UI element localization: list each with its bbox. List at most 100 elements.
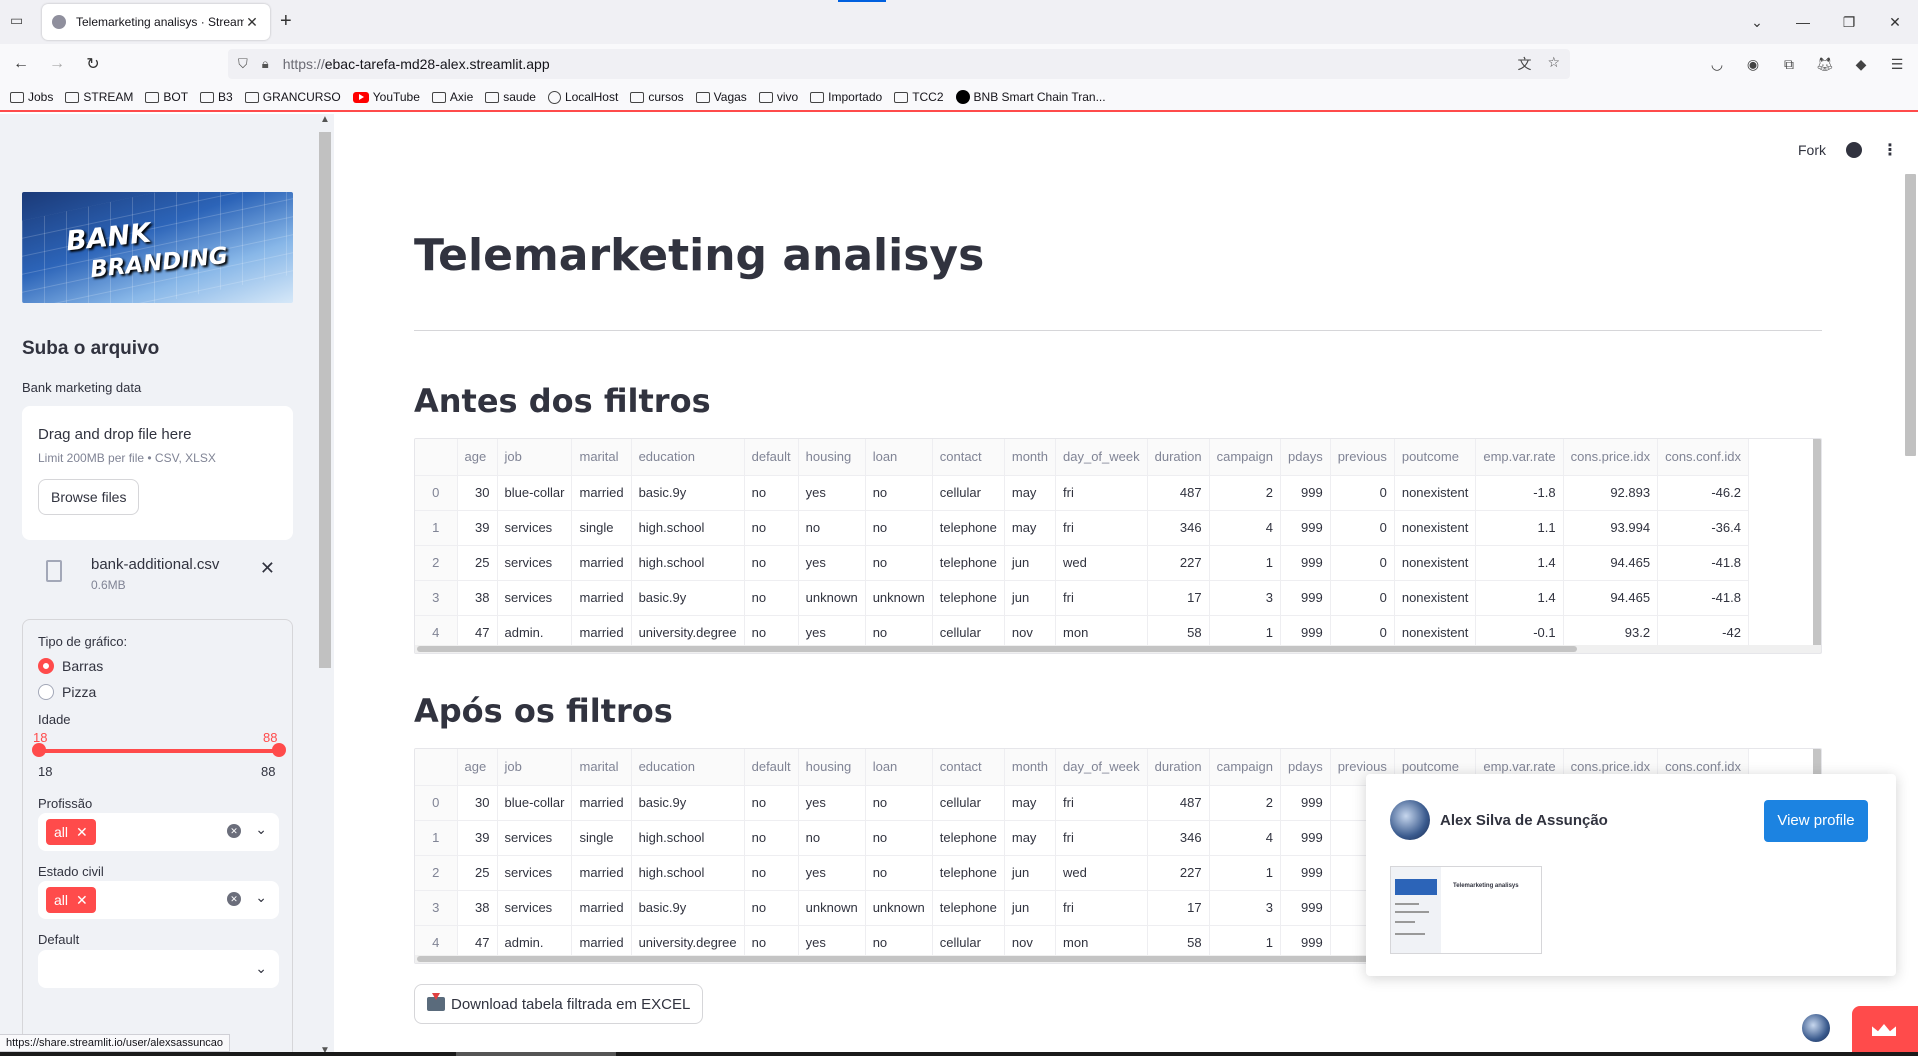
table-cell[interactable]: 999 <box>1280 510 1331 546</box>
table-cell[interactable]: 999 <box>1280 545 1331 581</box>
table-cell[interactable]: 999 <box>1280 475 1331 511</box>
bookmark-item[interactable]: Jobs <box>10 90 53 104</box>
table-cell[interactable]: 94.465 <box>1563 580 1659 616</box>
column-header[interactable]: education <box>631 749 745 786</box>
table-cell[interactable]: fri <box>1055 580 1148 616</box>
table-cell[interactable]: -46.2 <box>1657 475 1749 511</box>
table-cell[interactable]: no <box>865 785 933 821</box>
table-cell[interactable]: 39 <box>457 510 498 546</box>
back-icon[interactable]: ← <box>6 55 36 73</box>
clear-icon[interactable]: ✕ <box>227 824 241 838</box>
row-index[interactable]: 1 <box>415 820 458 856</box>
table-cell[interactable]: single <box>571 820 632 856</box>
table-cell[interactable]: yes <box>798 785 866 821</box>
table-cell[interactable]: blue-collar <box>497 475 573 511</box>
table-cell[interactable]: 0 <box>1330 545 1395 581</box>
column-header[interactable]: age <box>457 749 498 786</box>
sidebar-scrollbar[interactable]: ▲ ▼ <box>316 114 334 1056</box>
extensions-icon[interactable]: ⧉ <box>1778 56 1800 73</box>
bookmark-star-icon[interactable]: ☆ <box>1547 54 1560 74</box>
table-cell[interactable]: services <box>497 545 573 581</box>
avatar[interactable] <box>1390 800 1430 840</box>
sidebar-scroll-thumb[interactable] <box>319 132 331 668</box>
table-cell[interactable]: married <box>571 890 632 926</box>
bookmark-item[interactable]: STREAM <box>65 90 133 104</box>
column-header[interactable]: housing <box>798 749 866 786</box>
table-cell[interactable]: no <box>865 820 933 856</box>
close-window-icon[interactable]: ✕ <box>1872 14 1918 31</box>
bookmark-item[interactable]: YouTube <box>352 90 420 104</box>
table-cell[interactable]: basic.9y <box>631 475 745 511</box>
table-cell[interactable]: married <box>571 545 632 581</box>
column-header[interactable]: default <box>744 439 799 476</box>
table-cell[interactable]: yes <box>798 545 866 581</box>
table-cell[interactable]: 999 <box>1280 890 1331 926</box>
table-cell[interactable]: telephone <box>932 855 1005 891</box>
bookmark-item[interactable]: Axie <box>431 90 473 104</box>
row-index[interactable]: 3 <box>415 580 458 616</box>
lock-icon[interactable]: 🔒︎ <box>262 56 269 72</box>
column-header[interactable]: duration <box>1147 439 1210 476</box>
table-cell[interactable]: no <box>744 580 799 616</box>
table-cell[interactable]: no <box>744 475 799 511</box>
table-cell[interactable]: fri <box>1055 890 1148 926</box>
column-header[interactable]: campaign <box>1209 749 1282 786</box>
bookmark-item[interactable]: vivo <box>758 90 798 104</box>
column-header[interactable]: loan <box>865 439 933 476</box>
table-cell[interactable]: fri <box>1055 510 1148 546</box>
column-header[interactable]: marital <box>571 439 632 476</box>
app-thumbnail[interactable]: Telemarketing analisys <box>1390 866 1542 954</box>
table-cell[interactable]: 1.4 <box>1475 545 1564 581</box>
table-cell[interactable]: no <box>865 855 933 891</box>
row-index[interactable]: 1 <box>415 510 458 546</box>
table-cell[interactable]: 999 <box>1280 580 1331 616</box>
table-cell[interactable]: 999 <box>1280 785 1331 821</box>
table-cell[interactable]: 999 <box>1280 855 1331 891</box>
table-cell[interactable]: -1.8 <box>1475 475 1564 511</box>
profession-chip[interactable]: all ✕ <box>46 819 96 845</box>
chevron-down-icon[interactable]: ⌄ <box>255 889 267 906</box>
table-cell[interactable]: no <box>744 855 799 891</box>
table-cell[interactable]: unknown <box>798 580 866 616</box>
column-header[interactable]: contact <box>932 749 1005 786</box>
table-cell[interactable]: high.school <box>631 545 745 581</box>
table-cell[interactable]: married <box>571 855 632 891</box>
table-cell[interactable]: telephone <box>932 545 1005 581</box>
table-cell[interactable]: services <box>497 580 573 616</box>
table-cell[interactable]: fri <box>1055 475 1148 511</box>
main-scrollbar[interactable] <box>1902 174 1918 1056</box>
list-all-tabs-icon[interactable]: ⌄ <box>1734 14 1780 31</box>
table-cell[interactable]: high.school <box>631 855 745 891</box>
extension-badge-icon[interactable]: ◆ <box>1850 56 1872 73</box>
table-cell[interactable]: 4 <box>1209 510 1282 546</box>
tab-list-icon[interactable]: ▭ <box>10 12 30 32</box>
column-header[interactable]: month <box>1004 439 1057 476</box>
table-cell[interactable]: basic.9y <box>631 890 745 926</box>
minimize-icon[interactable]: — <box>1780 14 1826 30</box>
table-cell[interactable]: nonexistent <box>1394 475 1477 511</box>
column-header[interactable]: cons.conf.idx <box>1657 439 1749 476</box>
table-cell[interactable]: yes <box>798 855 866 891</box>
bookmark-item[interactable]: B3 <box>200 90 233 104</box>
bookmark-item[interactable]: TCC2 <box>894 90 944 104</box>
table-cell[interactable]: 346 <box>1147 820 1210 856</box>
chevron-down-icon[interactable]: ⌄ <box>255 960 267 977</box>
table-cell[interactable]: 1.1 <box>1475 510 1564 546</box>
table-cell[interactable]: 30 <box>457 785 498 821</box>
bookmark-item[interactable]: BNB Smart Chain Tran... <box>955 90 1106 104</box>
table-cell[interactable]: 92.893 <box>1563 475 1659 511</box>
more-options-icon[interactable]: ⋮ <box>1882 140 1898 160</box>
table-cell[interactable]: basic.9y <box>631 785 745 821</box>
bookmark-item[interactable]: LocalHost <box>547 90 618 104</box>
table-cell[interactable]: 3 <box>1209 890 1282 926</box>
metamask-icon[interactable]: 🦊︎ <box>1814 56 1836 73</box>
table-cell[interactable]: married <box>571 580 632 616</box>
table-cell[interactable]: fri <box>1055 785 1148 821</box>
shield-icon[interactable]: ⛉ <box>238 56 248 72</box>
table-cell[interactable]: may <box>1004 785 1057 821</box>
table-cell[interactable]: may <box>1004 820 1057 856</box>
table-cell[interactable]: married <box>571 785 632 821</box>
table-cell[interactable]: 0 <box>1330 475 1395 511</box>
account-icon[interactable]: ◉ <box>1742 56 1764 73</box>
table-cell[interactable]: -36.4 <box>1657 510 1749 546</box>
